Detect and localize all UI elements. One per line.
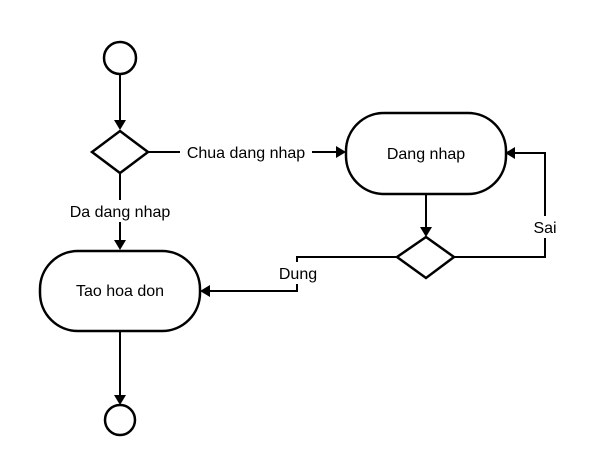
edge-invoice-to-end [114,331,126,405]
edge-label-success-text: Dung [279,266,317,283]
edge-label-failure: Sai [527,216,563,238]
edge-login-to-result [420,194,432,237]
create-invoice-action-label: Tao hoa don [76,283,164,300]
login-action-label: Dang nhap [387,146,465,163]
edge-start-to-check [114,74,126,130]
edge-label-logged-in: Da dang nhap [61,200,179,222]
login-check-decision [89,129,151,175]
login-result-decision [394,235,457,280]
login-action-node: Dang nhap [344,111,508,196]
create-invoice-action-node: Tao hoa don [38,249,202,333]
edge-label-not-logged-in-text: Chua dang nhap [187,145,305,162]
edge-label-not-logged-in: Chua dang nhap [180,141,312,163]
edge-label-logged-in-text: Da dang nhap [70,204,171,221]
final-node [103,403,137,437]
edge-label-failure-text: Sai [533,220,556,237]
initial-node [102,40,138,76]
activity-diagram: Dang nhap Tao hoa don Chua dang nhap Da … [38,40,563,437]
edge-label-success: Dung [273,262,323,284]
